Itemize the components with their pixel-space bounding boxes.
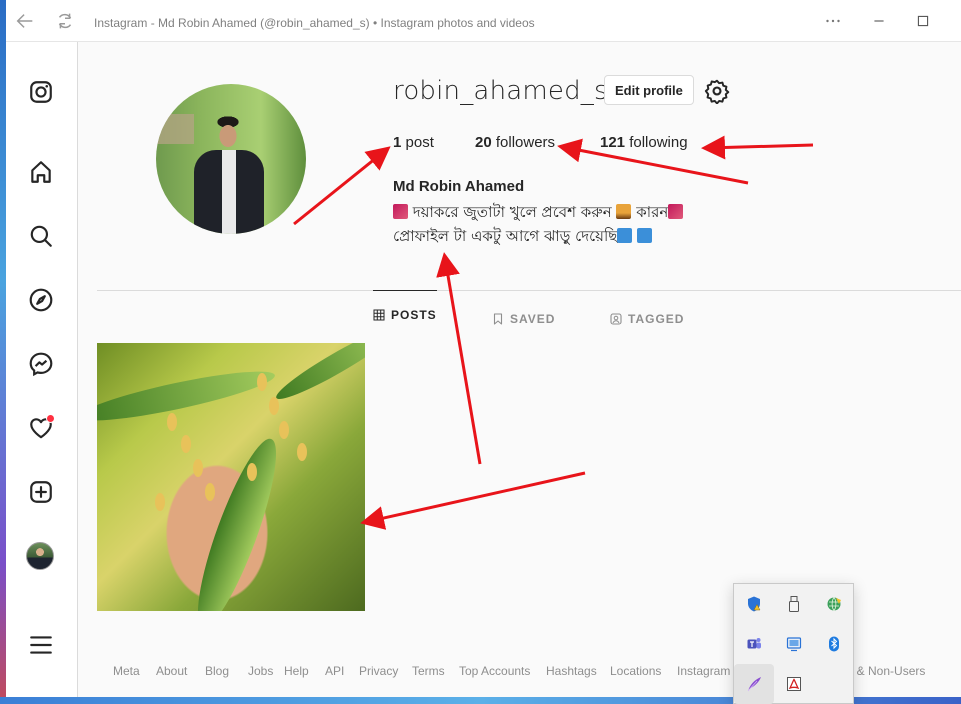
pen-feather-icon[interactable]: [734, 664, 774, 704]
footer-link[interactable]: About: [156, 664, 187, 678]
refresh-icon[interactable]: [54, 10, 76, 32]
posts-stat: 1 post: [393, 134, 434, 151]
notification-badge: [46, 414, 55, 423]
footer-link[interactable]: Jobs: [248, 664, 273, 678]
search-icon[interactable]: [26, 221, 56, 251]
post-thumbnail[interactable]: [97, 343, 365, 611]
maximize-icon[interactable]: [912, 10, 934, 32]
footer-link[interactable]: Locations: [610, 664, 661, 678]
back-arrow-icon[interactable]: [14, 10, 36, 32]
tabs-divider: [97, 290, 961, 291]
high-heel-emoji-icon: [668, 204, 684, 219]
tagged-icon: [610, 313, 622, 325]
high-heel-emoji-icon: [393, 204, 408, 219]
shoe-emoji-icon: [616, 204, 632, 219]
explore-compass-icon[interactable]: [26, 285, 56, 315]
footer-link[interactable]: Hashtags: [546, 664, 597, 678]
network-globe-icon[interactable]: [814, 584, 854, 624]
home-icon[interactable]: [26, 157, 56, 187]
usb-drive-icon[interactable]: [774, 584, 814, 624]
tab-saved[interactable]: SAVED: [492, 300, 555, 338]
menu-icon[interactable]: [26, 630, 56, 660]
footer-link[interactable]: Terms: [412, 664, 445, 678]
settings-gear-icon[interactable]: [704, 78, 730, 105]
bookmark-icon: [493, 313, 503, 325]
footer-link[interactable]: Top Accounts: [459, 664, 530, 678]
bluetooth-icon[interactable]: [814, 624, 854, 664]
window-titlebar: Instagram - Md Robin Ahamed (@robin_aham…: [6, 0, 961, 42]
following-stat[interactable]: 121 following: [600, 134, 688, 151]
restroom-emoji-icon: [617, 228, 633, 243]
tab-posts[interactable]: POSTS: [373, 290, 437, 338]
system-tray-popup: [733, 583, 854, 704]
teams-icon[interactable]: [734, 624, 774, 664]
footer-link[interactable]: API: [325, 664, 344, 678]
footer-link[interactable]: Privacy: [359, 664, 398, 678]
more-options-icon[interactable]: [822, 10, 844, 32]
create-plus-icon[interactable]: [26, 477, 56, 507]
messenger-icon[interactable]: [26, 349, 56, 379]
pdf-app-icon[interactable]: [774, 664, 814, 704]
edit-profile-button[interactable]: Edit profile: [604, 75, 694, 105]
followers-stat[interactable]: 20 followers: [475, 134, 555, 151]
tab-tagged[interactable]: TAGGED: [610, 300, 684, 338]
profile-username: robin_ahamed_s: [393, 76, 608, 106]
footer-link[interactable]: Instagram: [677, 664, 730, 678]
minimize-icon[interactable]: [868, 10, 890, 32]
heart-icon[interactable]: [26, 413, 56, 443]
restroom-emoji-icon: [637, 228, 653, 243]
grid-icon: [373, 309, 385, 320]
profile-bio: দয়াকরে জুতাটা খুলে প্রবেশ করুন কারন প্র…: [393, 200, 684, 248]
sidebar-nav: [6, 42, 78, 697]
footer-link[interactable]: Help: [284, 664, 309, 678]
footer-link[interactable]: Blog: [205, 664, 229, 678]
profile-avatar[interactable]: [156, 84, 306, 234]
profile-avatar-nav[interactable]: [26, 542, 54, 570]
security-warning-icon[interactable]: [734, 584, 774, 624]
profile-full-name: Md Robin Ahamed: [393, 178, 525, 195]
display-icon[interactable]: [774, 624, 814, 664]
instagram-logo-icon[interactable]: [26, 77, 56, 107]
footer-link[interactable]: Meta: [113, 664, 140, 678]
window-title: Instagram - Md Robin Ahamed (@robin_aham…: [94, 16, 535, 30]
